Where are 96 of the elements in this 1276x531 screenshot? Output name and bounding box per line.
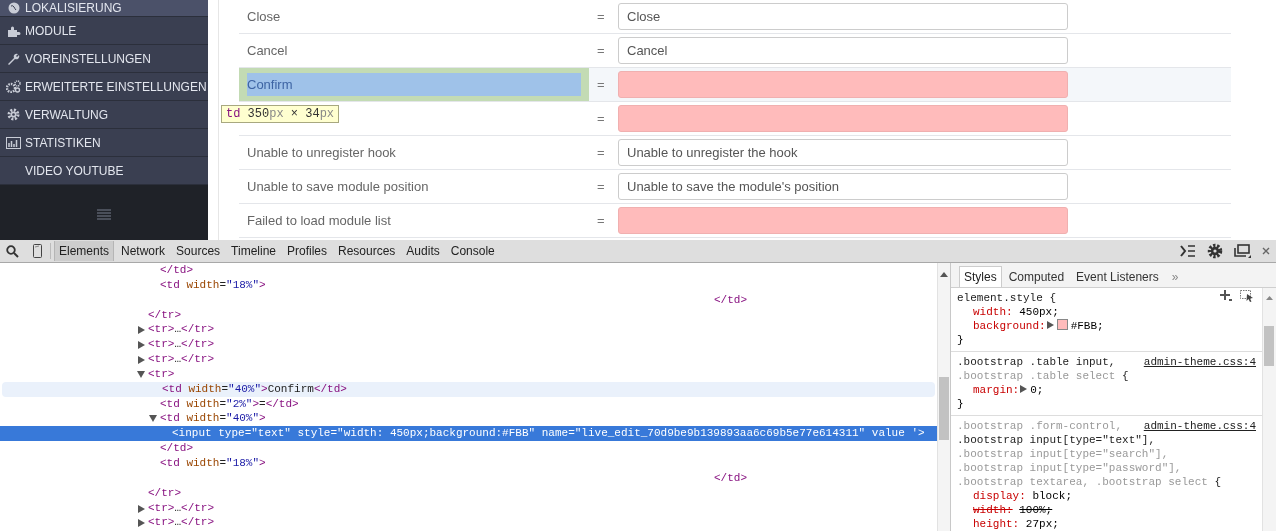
dom-node-line[interactable]: </td> [0,470,937,486]
css-selector: .bootstrap .table select [957,370,1116,382]
css-declaration[interactable]: display: block; [957,489,1256,503]
console-drawer-icon[interactable] [1180,245,1196,257]
dom-node-line[interactable]: <td width="18%"> [0,455,937,471]
dom-node-line[interactable]: <tr>…</tr> [0,337,937,353]
devtools-tab[interactable]: Elements [54,241,115,261]
brace: } [957,333,965,347]
scroll-up-arrow-icon[interactable] [1266,296,1273,300]
dom-node-line[interactable]: </tr> [0,485,937,501]
equals-sign: = [596,77,606,92]
equals-sign: = [596,111,606,126]
css-selector: .bootstrap input[type="search"], [957,448,1169,460]
sidebar-item[interactable]: VOREINSTELLUNGEN [0,45,208,73]
source-link[interactable]: admin-theme.css:4 [1143,355,1256,369]
translation-input[interactable] [618,207,1068,234]
scroll-up-arrow-icon[interactable] [940,272,948,277]
source-link[interactable]: admin-theme.css:4 [1143,419,1256,433]
dom-node-line[interactable]: <tr>…</tr> [0,322,937,338]
mobile-device-icon[interactable] [33,244,42,258]
devtools-tab[interactable]: Profiles [283,241,331,261]
brace: { [1049,292,1057,304]
brace: { [1214,476,1222,488]
devtools-tab[interactable]: Resources [334,241,400,261]
css-selector: .bootstrap select [1095,476,1208,488]
dom-node-line[interactable]: <td width="18%"> [0,277,937,293]
pane-tab[interactable]: Styles [959,266,1002,287]
sidebar-item[interactable]: VIDEO YOUTUBE [0,157,208,185]
search-icon[interactable] [6,244,19,258]
translation-input[interactable]: Close [618,3,1068,30]
brace: { [1122,370,1129,382]
css-declaration[interactable]: margin: 0; [957,383,1256,397]
dom-node-line[interactable]: </td> [0,263,937,278]
translation-input[interactable] [618,71,1068,98]
devtools-tab[interactable]: Console [446,241,499,261]
translation-input[interactable]: Cancel [618,37,1068,64]
css-selector: .bootstrap input[type="password"], [957,462,1182,474]
dock-window-icon[interactable] [1234,244,1251,258]
dom-node-line[interactable]: <td width="40%">Confirm</td> [2,381,935,397]
dom-node-line[interactable]: <tr>…</tr> [0,352,937,367]
scrollbar-thumb[interactable] [939,377,949,440]
bar-chart-icon [6,136,21,149]
css-selector: element.style [957,292,1043,304]
dom-node-line[interactable]: </td> [0,292,937,308]
css-declaration[interactable]: height: 27px; [957,517,1256,531]
row-label: Unable to save module position [247,179,429,194]
translation-input[interactable]: Unable to save the module's position [618,173,1068,200]
equals-sign: = [596,9,606,24]
row-label: Cancel [247,43,288,58]
translation-input[interactable]: Unable to unregister the hook [618,139,1068,166]
devtools-tab[interactable]: Timeline [227,241,280,261]
element-state-icon[interactable] [1240,290,1254,302]
dom-node-line[interactable]: <tr>…</tr> [0,515,937,531]
sidebar-item[interactable]: ERWEITERTE EINSTELLUNGEN [0,73,208,101]
wrench-icon [7,52,20,65]
puzzle-icon [6,24,21,37]
equals-sign: = [596,43,606,58]
row-label: Unable to unregister hook [247,145,396,160]
add-rule-icon[interactable] [1220,290,1232,301]
devtools-tab[interactable]: Sources [172,241,225,261]
pane-tab[interactable]: Computed [1003,266,1070,287]
css-selector: .bootstrap input[type="text"], [957,434,1156,446]
devtools-tab[interactable]: Audits [402,241,444,261]
equals-sign: = [596,145,606,160]
css-declaration[interactable]: background: #FBB; [957,319,1256,333]
sidebar-item[interactable]: VERWALTUNG [0,101,208,129]
scrollbar-track[interactable] [1262,288,1276,531]
css-selector: .bootstrap textarea, [957,476,1090,488]
row-label: Confirm [247,73,581,96]
devtools-tab[interactable]: Network [117,241,170,261]
close-icon[interactable] [1262,247,1270,255]
gears-icon [6,80,21,93]
row-label: Close [247,9,281,24]
dom-node-line[interactable]: </td> [0,441,937,456]
row-label: Failed to load module list [247,213,391,228]
element-size-tooltip: td 350px × 34px [221,105,340,123]
sidebar-item[interactable]: MODULE [0,17,208,45]
css-selector: .bootstrap .table input, [957,356,1116,368]
dom-node-line[interactable]: </tr> [0,307,937,323]
translation-input[interactable] [618,105,1068,132]
sidebar-item[interactable]: STATISTIKEN [0,129,208,157]
gear-icon [7,108,20,121]
sidebar-item[interactable]: LOKALISIERUNG [0,0,208,17]
globe-icon [7,2,20,14]
equals-sign: = [596,213,606,228]
css-declaration[interactable]: width: 450px; [957,305,1256,319]
pane-tab[interactable]: Event Listeners [1071,266,1164,287]
css-selector: .bootstrap .form-control, [957,420,1123,432]
css-declaration[interactable]: width: 100%; [957,503,1256,517]
dom-node-line[interactable]: <tr>…</tr> [0,500,937,516]
settings-icon[interactable] [1207,243,1223,259]
dom-node-line[interactable]: <td width="2%">=</td> [0,396,937,412]
scrollbar-thumb[interactable] [1264,326,1274,366]
scrollbar-track[interactable] [937,263,950,531]
brace: } [957,397,965,411]
equals-sign: = [596,179,606,194]
